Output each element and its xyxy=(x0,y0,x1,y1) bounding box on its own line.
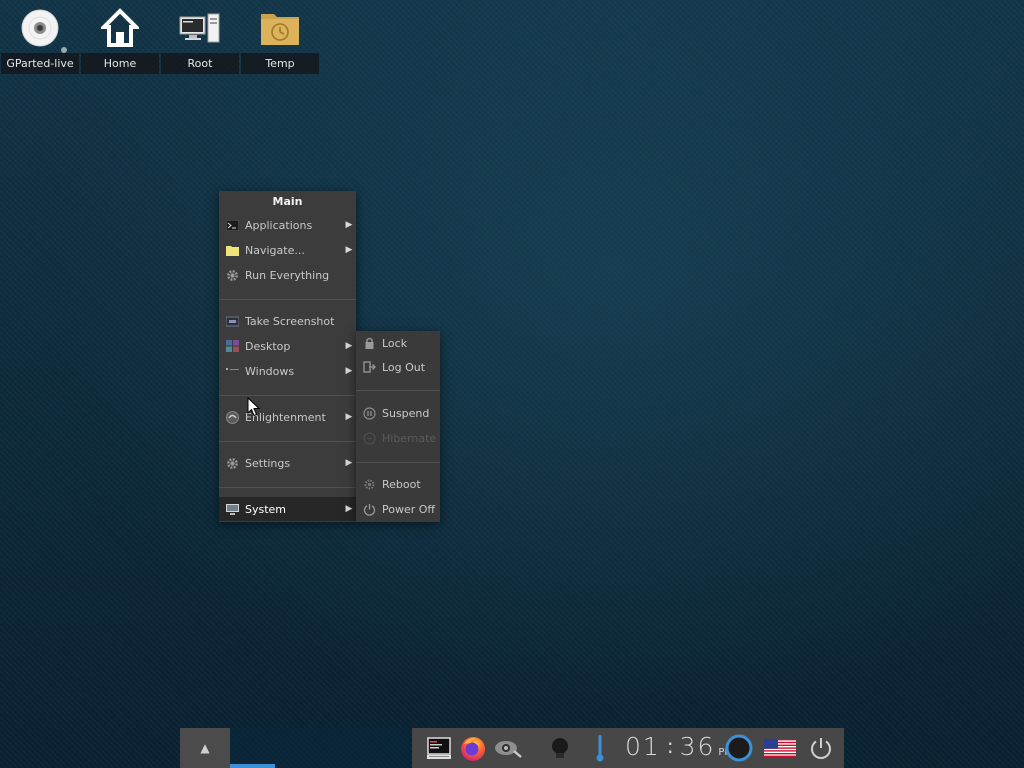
main-menu: Main Applications ▶ Navigate... ▶ Run Ev… xyxy=(219,191,356,522)
menu-item-label: Log Out xyxy=(382,360,426,374)
clock-minutes: 36 xyxy=(679,732,716,761)
thermometer-button[interactable] xyxy=(590,728,610,768)
menu-item-desktop[interactable]: Desktop ▶ xyxy=(219,334,356,358)
menu-item-label: Suspend xyxy=(382,406,430,420)
terminal-launcher-icon xyxy=(427,737,451,759)
menu-item-run-everything[interactable]: Run Everything xyxy=(219,263,356,287)
menu-item-hibernate: Hibernate xyxy=(356,426,440,450)
gear-icon xyxy=(227,457,238,469)
menu-item-label: Desktop xyxy=(245,339,291,353)
menu-item-label: Navigate... xyxy=(245,243,305,257)
menu-item-applications[interactable]: Applications ▶ xyxy=(219,213,356,237)
menu-separator xyxy=(219,441,356,442)
power-button[interactable] xyxy=(806,728,836,768)
system-submenu: Lock Log Out Suspend Hibernate Reboot Po… xyxy=(356,331,440,522)
bulb-button[interactable] xyxy=(548,728,572,768)
chevron-right-icon: ▶ xyxy=(345,341,353,351)
enlightenment-icon xyxy=(226,410,239,424)
thermometer-icon xyxy=(596,735,604,762)
network-icon xyxy=(725,734,753,762)
chevron-up-icon: ▲ xyxy=(200,741,210,755)
screenshot-icon xyxy=(226,316,239,326)
bulb-icon xyxy=(552,738,568,758)
lock-icon xyxy=(365,337,374,349)
desktop-icon-temp[interactable]: Temp xyxy=(241,0,319,74)
suspend-icon xyxy=(363,406,376,420)
screenshot-tool-button[interactable] xyxy=(492,728,524,768)
menu-separator xyxy=(356,462,440,463)
menu-item-label: Windows xyxy=(245,364,295,378)
menu-item-label: System xyxy=(245,502,287,516)
menu-item-suspend[interactable]: Suspend xyxy=(356,401,440,425)
chevron-right-icon: ▶ xyxy=(345,458,353,468)
menu-separator xyxy=(356,390,440,391)
chevron-right-icon: ▶ xyxy=(345,245,353,255)
computer-icon xyxy=(179,13,220,43)
us-flag-icon xyxy=(764,739,796,757)
shelf-toggle-button[interactable]: ▲ xyxy=(180,728,230,768)
monitor-icon xyxy=(226,503,239,515)
menu-item-label: Run Everything xyxy=(245,268,330,282)
logout-icon xyxy=(363,361,376,373)
chevron-right-icon: ▶ xyxy=(345,504,353,514)
menu-item-windows[interactable]: Windows ▶ xyxy=(219,359,356,383)
power-button-icon xyxy=(811,738,831,759)
gear-icon xyxy=(227,269,238,281)
power-icon xyxy=(363,503,376,516)
menu-item-lock[interactable]: Lock xyxy=(356,331,440,355)
desktop-pager[interactable] xyxy=(230,728,410,768)
menu-item-enlightenment[interactable]: Enlightenment ▶ xyxy=(219,405,356,429)
menu-item-label: Hibernate xyxy=(382,431,437,445)
desktop-icon-gparted[interactable]: GParted-live xyxy=(1,0,79,74)
desktop-icon-home[interactable]: Home xyxy=(81,0,159,74)
screenshot-tool-icon xyxy=(495,741,522,758)
chevron-right-icon: ▶ xyxy=(345,220,353,230)
menu-item-label: Settings xyxy=(245,456,291,470)
menu-item-reboot[interactable]: Reboot xyxy=(356,472,440,496)
menu-title: Main xyxy=(272,195,303,208)
firefox-button[interactable] xyxy=(458,728,488,768)
folder-clock-icon xyxy=(261,14,299,45)
menu-item-label: Take Screenshot xyxy=(245,314,335,328)
system-tray: 01 : 36 PM xyxy=(412,728,844,768)
desktop-icon xyxy=(226,340,239,352)
desktop-icon-root[interactable]: Root xyxy=(161,0,239,74)
home-icon xyxy=(101,8,139,47)
keyboard-layout-button[interactable] xyxy=(762,728,798,768)
chevron-right-icon: ▶ xyxy=(345,412,353,422)
pager-active-indicator xyxy=(230,764,275,768)
menu-item-navigate[interactable]: Navigate... ▶ xyxy=(219,238,356,262)
folder-icon xyxy=(226,245,239,256)
chevron-right-icon: ▶ xyxy=(345,366,353,376)
cd-icon xyxy=(21,9,59,47)
menu-item-log-out[interactable]: Log Out xyxy=(356,355,440,379)
menu-separator xyxy=(219,395,356,396)
menu-item-label: Reboot xyxy=(382,477,421,491)
windows-icon xyxy=(226,368,239,370)
menu-separator xyxy=(219,487,356,488)
menu-item-power-off[interactable]: Power Off xyxy=(356,497,440,521)
desktop-icon-label: GParted-live xyxy=(1,53,79,74)
menu-item-system[interactable]: System ▶ xyxy=(219,497,356,521)
terminal-launcher-button[interactable] xyxy=(424,728,454,768)
desktop-icon-label: Home xyxy=(81,53,159,74)
network-button[interactable] xyxy=(724,728,754,768)
desktop-icon-label: Root xyxy=(161,53,239,74)
clock[interactable]: 01 : 36 PM xyxy=(625,732,733,764)
hibernate-icon xyxy=(363,431,376,445)
menu-item-label: Applications xyxy=(245,218,313,232)
reboot-icon xyxy=(364,479,375,489)
clock-hours: 01 xyxy=(625,732,661,761)
clock-colon: : xyxy=(666,734,674,758)
mouse-cursor-icon xyxy=(247,397,261,417)
menu-separator xyxy=(219,299,356,300)
menu-item-label: Lock xyxy=(382,336,408,350)
menu-item-label: Power Off xyxy=(382,502,435,516)
menu-item-settings[interactable]: Settings ▶ xyxy=(219,451,356,475)
menu-item-take-screenshot[interactable]: Take Screenshot xyxy=(219,309,356,333)
desktop-icon-label: Temp xyxy=(241,53,319,74)
firefox-icon xyxy=(461,737,485,761)
terminal-icon xyxy=(226,219,239,231)
